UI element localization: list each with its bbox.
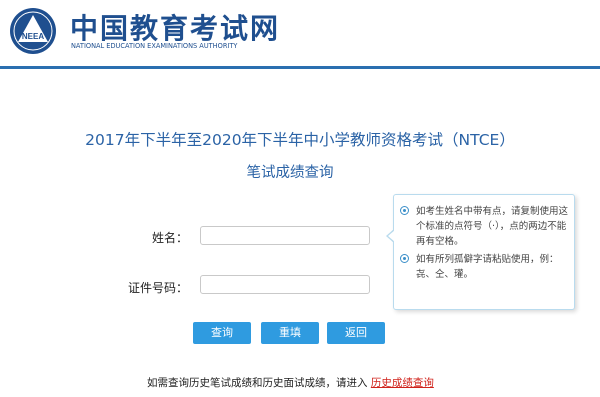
tip-arrow-inner — [388, 230, 395, 242]
id-number-label: 证件号码： — [127, 281, 188, 295]
back-button[interactable]: 返回 — [327, 322, 385, 344]
input-tip-box: 如考生姓名中带有点，请复制使用这个标准的点符号（·），点的两边不能再有空格。 如… — [393, 194, 575, 310]
site-subtitle: NATIONAL EDUCATION EXAMINATIONS AUTHORIT… — [71, 42, 238, 50]
query-button[interactable]: 查询 — [193, 322, 251, 344]
tip-text: 如考生姓名中带有点，请复制使用这个标准的点符号（·），点的两边不能再有空格。 — [416, 206, 569, 247]
reset-button[interactable]: 重填 — [261, 322, 319, 344]
footer-text: 如需查询历史笔试成绩和历史面试成绩，请进入 — [147, 377, 368, 389]
name-label: 姓名： — [151, 231, 188, 245]
tip-item: 如考生姓名中带有点，请复制使用这个标准的点符号（·），点的两边不能再有空格。 — [400, 204, 569, 249]
tip-item: 如有所列孤僻字请粘贴使用，例：㐂、仝、瓘。 — [400, 252, 568, 282]
tip-text: 如有所列孤僻字请粘贴使用，例：㐂、仝、瓘。 — [416, 254, 559, 280]
id-number-input[interactable] — [200, 275, 370, 294]
page-title: 2017年下半年至2020年下半年中小学教师资格考试（NTCE） — [85, 131, 515, 149]
name-input[interactable] — [200, 226, 370, 245]
radio-dot-icon — [400, 206, 409, 215]
footer-note: 如需查询历史笔试成绩和历史面试成绩，请进入 历史成绩查询 — [147, 375, 434, 390]
emblem-text: NEEA — [22, 32, 44, 41]
neea-logo-icon: NEEA — [10, 8, 56, 54]
site-header: NEEA 中国教育考试网 NATIONAL EDUCATION EXAMINAT… — [0, 0, 600, 66]
header-divider — [0, 66, 600, 69]
page-subtitle: 笔试成绩查询 — [246, 165, 334, 181]
site-title: 中国教育考试网 — [70, 12, 281, 45]
radio-dot-icon — [400, 254, 409, 263]
history-score-link[interactable]: 历史成绩查询 — [371, 377, 434, 389]
